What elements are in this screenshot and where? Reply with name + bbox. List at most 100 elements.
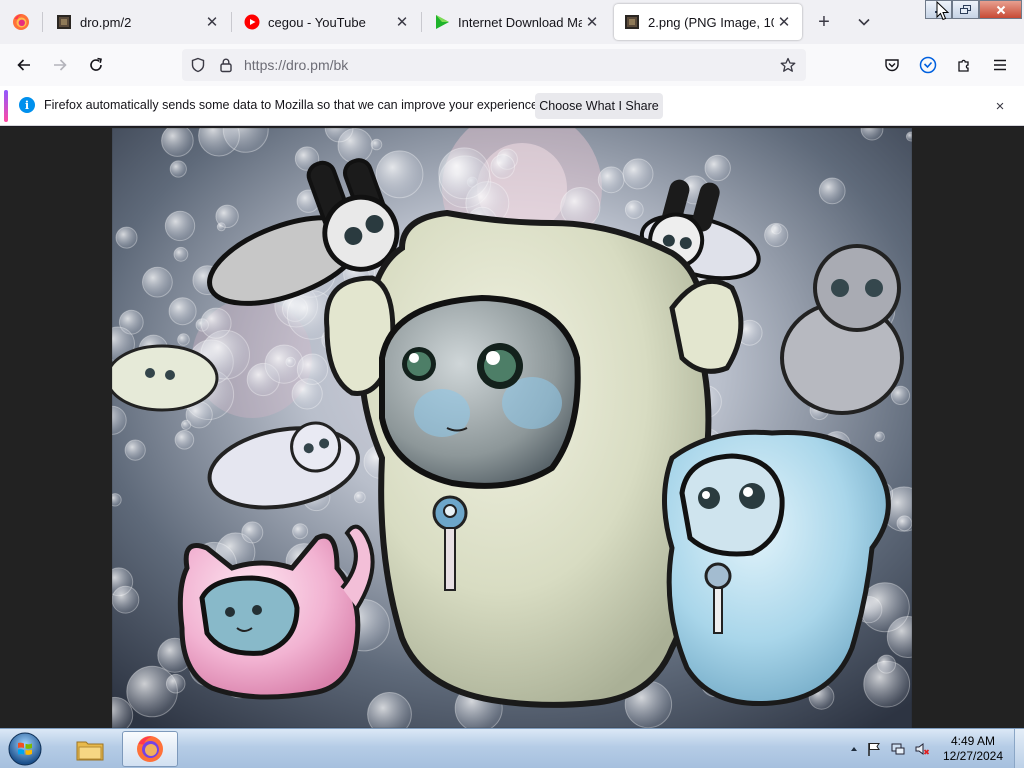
background-bubble [764, 222, 789, 248]
background-bubble [112, 493, 122, 507]
notification-message: Firefox automatically sends some data to… [44, 98, 542, 112]
tab-title: cegou - YouTube [268, 14, 366, 30]
background-bubble [124, 439, 146, 461]
url-path: /bk [329, 57, 349, 73]
background-bubble [161, 128, 194, 157]
displayed-image[interactable] [112, 128, 912, 728]
image-viewer [0, 127, 1024, 728]
address-bar[interactable]: https://dro.pm/bk [182, 49, 806, 81]
restore-button[interactable] [952, 0, 979, 19]
background-bubble [438, 147, 491, 200]
check-circle-icon [919, 56, 937, 74]
background-bubble [622, 158, 654, 190]
background-bubble [818, 177, 846, 205]
background-bubble [896, 515, 912, 532]
reload-icon [90, 57, 102, 71]
hamburger-menu-icon [994, 59, 1006, 71]
close-tab-icon[interactable]: ✕ [774, 12, 794, 32]
pocket-icon [885, 59, 899, 72]
url-scheme: https:// [244, 57, 287, 73]
dark-image-favicon [624, 14, 640, 30]
data-collection-notification: i Firefox automatically sends some data … [0, 86, 1024, 126]
background-bubble [874, 431, 885, 443]
cartoon-space-creatures-artwork [112, 128, 912, 728]
tab-title: dro.pm/2 [80, 14, 132, 30]
chevron-up-icon [851, 747, 857, 751]
close-window-button[interactable] [979, 0, 1022, 19]
background-bubble [285, 356, 296, 368]
firefox-icon [137, 736, 163, 762]
close-notification-icon[interactable]: × [988, 94, 1012, 118]
dark-image-favicon [56, 14, 72, 30]
pocket-button[interactable] [878, 51, 906, 79]
new-tab-button[interactable]: + [812, 10, 836, 34]
arrow-left-icon [17, 59, 30, 71]
tab-strip: dro.pm/2 ✕ cegou - YouTube ✕ Internet Do… [0, 0, 1024, 44]
network-icon[interactable] [890, 741, 906, 757]
choose-what-i-share-button[interactable]: Choose What I Share [535, 93, 663, 119]
background-bubble [142, 266, 173, 298]
tab-dro-pm-2[interactable]: dro.pm/2 ✕ [44, 0, 230, 44]
background-bubble [168, 297, 197, 326]
close-tab-icon[interactable]: ✕ [202, 12, 222, 32]
mouse-cursor-icon [936, 1, 950, 21]
background-bubble [597, 166, 625, 194]
close-icon [996, 5, 1005, 14]
tab-2-png[interactable]: 2.png (PNG Image, 1024 ✕ [614, 4, 802, 40]
floating-bear-left [112, 344, 219, 412]
taskbar-file-explorer[interactable] [62, 731, 118, 767]
firefox-view-button[interactable] [0, 0, 42, 44]
volume-muted-icon[interactable] [914, 741, 930, 757]
back-button[interactable] [10, 51, 38, 79]
reload-button[interactable] [82, 51, 110, 79]
arrow-right-icon [54, 59, 67, 71]
background-bubble [164, 210, 196, 242]
background-bubble [296, 353, 329, 385]
app-menu-button[interactable] [986, 51, 1014, 79]
url-host: dro.pm [286, 57, 330, 73]
background-bubble [375, 150, 424, 199]
url-text: https://dro.pm/bk [244, 57, 348, 73]
background-bubble [370, 138, 383, 151]
tab-title: 2.png (PNG Image, 1024 [648, 14, 774, 30]
clock-date: 12/27/2024 [942, 749, 1004, 763]
tab-youtube[interactable]: cegou - YouTube ✕ [232, 0, 420, 44]
background-bubble [353, 491, 366, 504]
background-bubble [169, 160, 187, 178]
show-hidden-icons-button[interactable] [846, 741, 862, 757]
tab-internet-download-manager[interactable]: Internet Download Mana ✕ [422, 0, 610, 44]
forward-button[interactable] [46, 51, 74, 79]
background-bubble [624, 200, 644, 219]
background-bubble [905, 131, 912, 142]
background-bubble [165, 673, 186, 694]
download-manager-extension-button[interactable] [914, 51, 942, 79]
background-bubble [292, 523, 309, 540]
bookmark-star-icon[interactable] [780, 57, 796, 78]
windows-taskbar: 4:49 AM 12/27/2024 [0, 728, 1024, 768]
extensions-button[interactable] [950, 51, 978, 79]
show-desktop-button[interactable] [1014, 729, 1024, 768]
taskbar-firefox[interactable] [122, 731, 178, 767]
shield-icon[interactable] [190, 57, 206, 78]
system-clock[interactable]: 4:49 AM 12/27/2024 [936, 734, 1010, 764]
action-center-icon[interactable] [866, 741, 882, 757]
chevron-down-icon [858, 18, 870, 26]
background-bubble [264, 344, 304, 384]
windows-logo-icon [8, 732, 42, 766]
lock-icon[interactable] [218, 57, 234, 78]
notification-accent [4, 90, 8, 122]
close-tab-icon[interactable]: ✕ [582, 12, 602, 32]
background-bubble [215, 204, 239, 229]
background-bubble [177, 333, 190, 346]
background-bubble [241, 521, 264, 544]
firefox-icon [13, 14, 29, 30]
green-play-icon [434, 14, 450, 30]
background-bubble [173, 246, 189, 262]
background-bubble [490, 154, 516, 179]
background-bubble [112, 585, 140, 614]
background-bubble [115, 226, 138, 249]
file-explorer-icon [76, 741, 104, 761]
list-all-tabs-button[interactable] [852, 10, 876, 34]
start-button[interactable] [6, 730, 44, 768]
close-tab-icon[interactable]: ✕ [392, 12, 412, 32]
